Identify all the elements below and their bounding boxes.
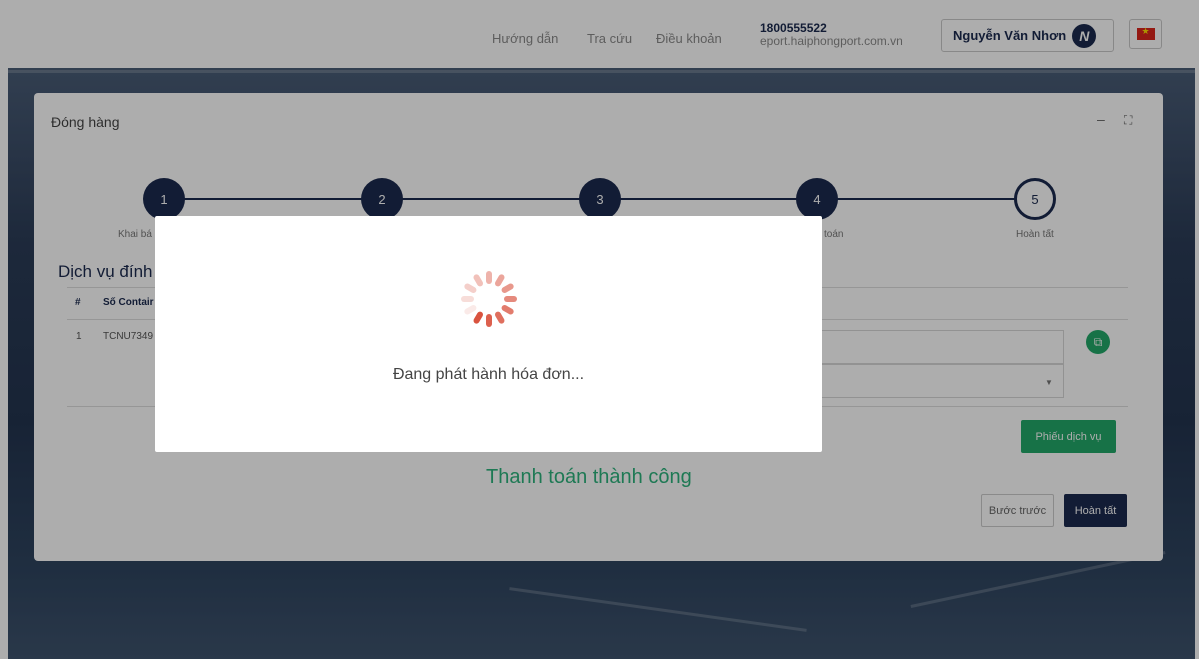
spinner-petal xyxy=(504,296,517,302)
spinner-petal xyxy=(464,305,477,315)
spinner-petal xyxy=(473,274,483,287)
spinner-petal xyxy=(473,311,483,324)
spinner-petal xyxy=(486,314,492,327)
spinner-petal xyxy=(501,305,514,315)
spinner-petal xyxy=(486,271,492,284)
spinner-petal xyxy=(495,274,505,287)
loading-modal: Đang phát hành hóa đơn... xyxy=(155,216,822,452)
spinner-petal xyxy=(501,283,514,293)
spinner-petal xyxy=(464,283,477,293)
loading-message: Đang phát hành hóa đơn... xyxy=(392,366,585,383)
loading-spinner-icon xyxy=(461,271,517,327)
spinner-petal xyxy=(495,311,505,324)
spinner-petal xyxy=(461,296,474,302)
